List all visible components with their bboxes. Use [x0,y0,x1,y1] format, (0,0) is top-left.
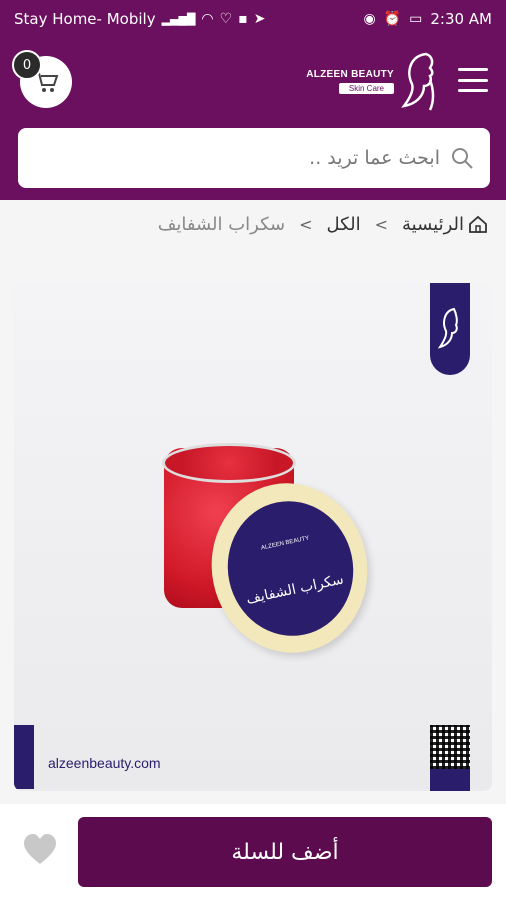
menu-line [458,89,488,92]
menu-line [458,68,488,71]
brand-logo[interactable]: ALZEEN BEAUTY Skin Care [306,50,440,112]
search-input[interactable]: ابحث عما تريد .. [309,147,440,169]
wifi-icon: ◠ [201,11,214,27]
woman-silhouette-icon [401,52,435,111]
battery-icon: ▭ [409,11,423,27]
lid-brand: ALZEEN BEAUTY [260,535,310,552]
woman-silhouette-icon [438,307,458,349]
lid-title: سكراب الشفايف [244,570,345,608]
menu-button[interactable] [458,68,488,92]
website-url: alzeenbeauty.com [48,755,161,771]
qr-code-icon [430,725,470,769]
chevron-left-icon: < [374,214,388,234]
decorative-bar [14,725,34,789]
chevron-left-icon: < [299,214,313,234]
qr-base [430,769,470,791]
heart-icon[interactable] [22,832,58,868]
status-right: ◉ ⏰ ▭ 2:30 AM [363,10,492,28]
breadcrumb: سكراب الشفايف < الكل < الرئيسية [0,200,506,248]
cart-count-badge: 0 [12,50,42,80]
breadcrumb-home-label: الرئيسية [402,213,464,235]
telegram-icon: ➤ [253,11,266,27]
app-header: 0 ALZEEN BEAUTY Skin Care ابحث عما تريد … [0,38,506,200]
search-icon [452,148,473,169]
breadcrumb-home[interactable]: الرئيسية [402,214,488,235]
add-to-cart-button[interactable]: أضف للسلة [78,817,492,887]
brand-tab [430,283,470,375]
clock: 2:30 AM [430,10,492,28]
menu-line [458,78,488,82]
brand-tagline: Skin Care [338,82,394,94]
jar-rim [162,443,296,483]
brand-name: ALZEEN BEAUTY [306,68,394,80]
status-left: Stay Home- Mobily ▂▄▆█ ◠ ♡ ▪ ➤ [14,10,265,28]
breadcrumb-current: سكراب الشفايف [157,213,286,235]
carrier-label: Stay Home- Mobily [14,10,156,28]
breadcrumb-all[interactable]: الكل [327,214,361,235]
signal-icon: ▂▄▆█ [161,12,196,26]
home-icon [469,215,487,233]
heart-monitor-icon: ♡ [219,11,233,27]
status-bar: Stay Home- Mobily ▂▄▆█ ◠ ♡ ▪ ➤ ◉ ⏰ ▭ 2:3… [0,0,506,38]
bottom-action-bar: أضف للسلة [0,804,506,900]
search-bar[interactable]: ابحث عما تريد .. [18,128,490,188]
product-image[interactable]: ALZEEN BEAUTY سكراب الشفايف alzeenbeauty… [14,283,492,791]
alarm-icon: ⏰ [383,11,402,27]
eye-icon: ◉ [363,11,376,27]
message-icon: ▪ [238,11,248,27]
logo-text: ALZEEN BEAUTY Skin Care [306,69,394,94]
